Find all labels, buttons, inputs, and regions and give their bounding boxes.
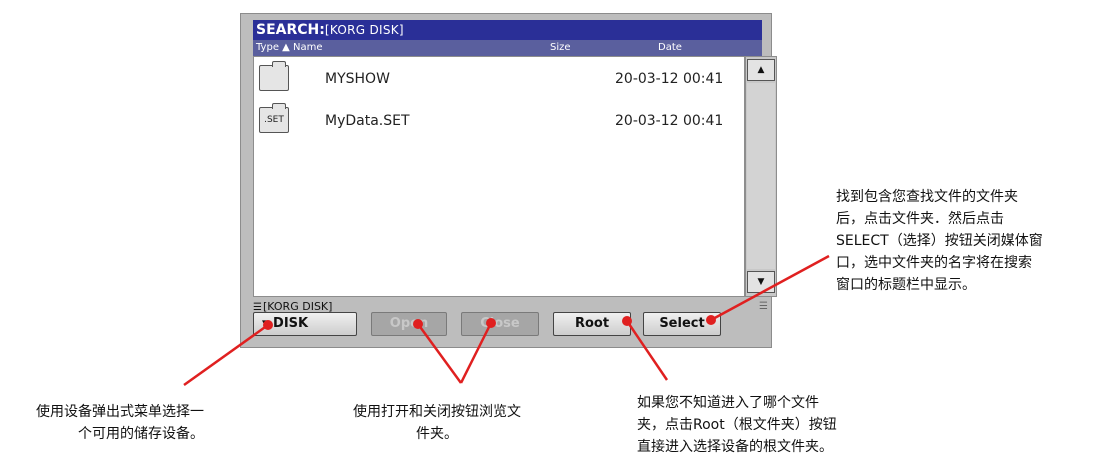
callout-dot-close — [486, 318, 496, 328]
select-annotation: 找到包含您查找文件的文件夹 后，点击文件夹．然后点击 SELECT（选择）按钮关… — [836, 189, 1043, 293]
callout-line-open — [416, 323, 463, 384]
callout-dot-select — [706, 315, 716, 325]
callout-line-device — [183, 323, 269, 387]
callout-dot-device — [263, 320, 273, 330]
callout-line-root — [625, 320, 669, 381]
root-annotation: 如果您不知道进入了哪个文件 夹，点击Root（根文件夹）按钮 直接进入选择设备的… — [637, 395, 837, 455]
callout-dot-open — [413, 319, 423, 329]
callout-dot-root — [622, 316, 632, 326]
device-annotation: 使用设备弹出式菜单选择一 个可用的储存设备。 — [36, 404, 204, 442]
callout-line-select — [710, 254, 830, 322]
callout-line-close — [459, 322, 493, 384]
open-close-annotation: 使用打开和关闭按钮浏览文 件夹。 — [353, 404, 521, 442]
